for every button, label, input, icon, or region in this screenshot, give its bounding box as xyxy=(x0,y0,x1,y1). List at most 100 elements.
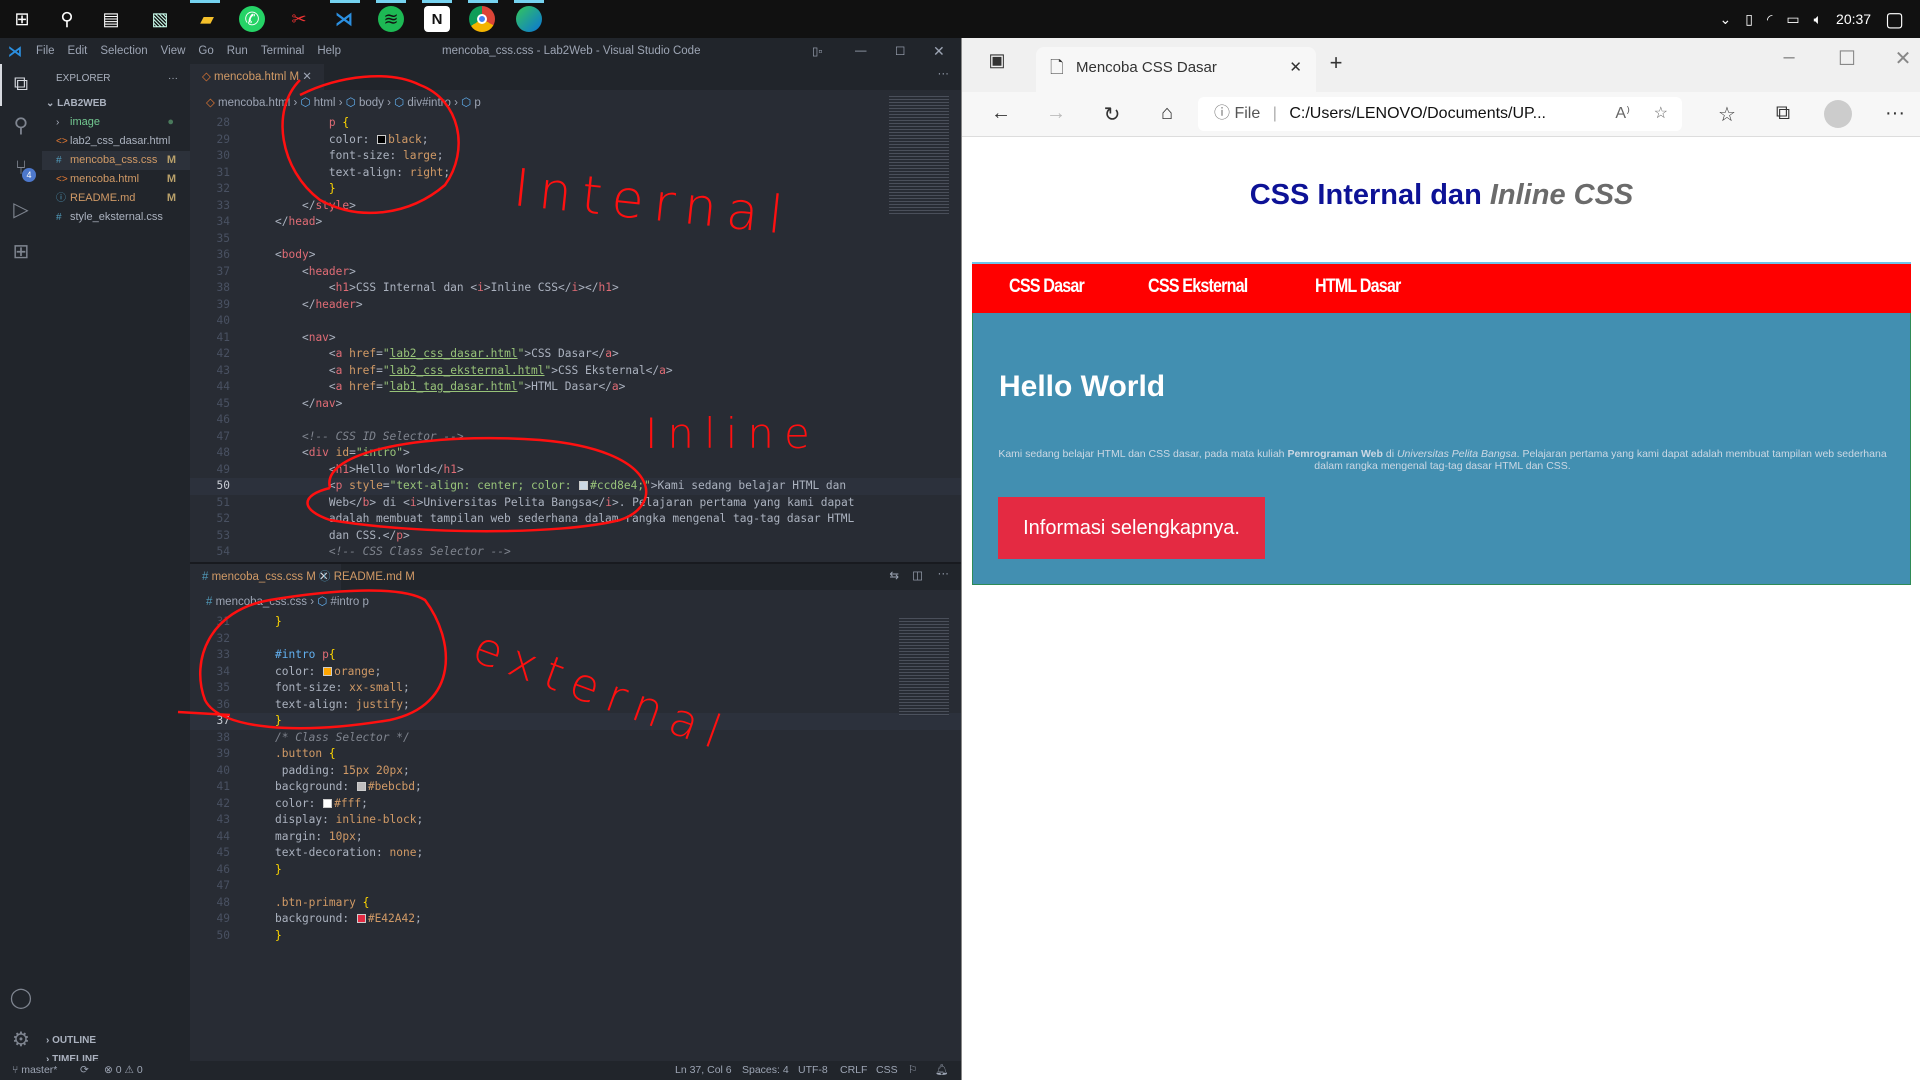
code-line[interactable]: 30 font-size: large; xyxy=(190,148,961,165)
color-swatch[interactable] xyxy=(377,134,387,144)
tab-readme[interactable]: ⓘ README.md M xyxy=(307,564,427,590)
account-icon[interactable]: ◯ xyxy=(9,986,33,1010)
color-swatch[interactable] xyxy=(579,481,589,490)
tab-actions-icon[interactable]: ▣ xyxy=(984,50,1010,71)
tab-mencoba-html[interactable]: ◇ mencoba.html M ✕ xyxy=(190,64,324,90)
cursor-position[interactable]: Ln 37, Col 6 xyxy=(675,1061,732,1080)
nav-link-css-eksternal[interactable]: CSS Eksternal xyxy=(1148,276,1248,298)
wifi-icon[interactable]: ◜ xyxy=(1767,11,1772,28)
back-icon[interactable]: ← xyxy=(988,102,1014,125)
code-line[interactable]: 32} xyxy=(190,181,961,198)
maximize-icon[interactable]: ☐ xyxy=(1834,46,1860,71)
settings-more-icon[interactable]: ··· xyxy=(1882,102,1908,125)
chrome-icon[interactable] xyxy=(469,6,495,32)
notion-icon[interactable]: N xyxy=(424,6,450,32)
code-line[interactable]: 31} xyxy=(190,614,961,631)
code-line[interactable]: 29 color: black; xyxy=(190,132,961,149)
menu-terminal[interactable]: Terminal xyxy=(261,45,304,57)
minimap[interactable] xyxy=(899,616,949,716)
problems-indicator[interactable]: ⊗ 0 ⚠ 0 xyxy=(104,1061,143,1080)
code-line[interactable]: 32 xyxy=(190,631,961,648)
code-line[interactable]: 48 <div id="intro"> xyxy=(190,445,961,462)
color-swatch[interactable] xyxy=(323,666,333,676)
breadcrumb-item[interactable]: div#intro xyxy=(407,97,450,109)
outline-section[interactable]: › OUTLINE xyxy=(42,1031,190,1050)
code-line[interactable]: 46 xyxy=(190,412,961,429)
file-item[interactable]: # mencoba_css.css M xyxy=(42,151,190,170)
nav-link-css-dasar[interactable]: CSS Dasar xyxy=(1009,276,1085,298)
edge-icon[interactable] xyxy=(516,6,542,32)
code-line[interactable]: 39 .button { xyxy=(190,746,961,763)
minimize-icon[interactable]: — xyxy=(855,45,867,57)
code-line[interactable]: 45 </nav> xyxy=(190,396,961,413)
code-line[interactable]: 44 margin: 10px; xyxy=(190,829,961,846)
add-favorite-icon[interactable]: ☆ xyxy=(1654,97,1668,131)
extensions-icon[interactable]: ⊞ xyxy=(9,240,33,264)
code-line[interactable]: 42 color: #fff; xyxy=(190,796,961,813)
breadcrumb-item[interactable]: mencoba.html xyxy=(218,97,290,109)
code-line[interactable]: 36 <body> xyxy=(190,247,961,264)
code-line[interactable]: 50 <p style="text-align: center; color: #… xyxy=(190,478,961,495)
file-explorer-icon[interactable]: ▰ xyxy=(194,6,220,32)
line-ending[interactable]: CRLF xyxy=(840,1061,867,1080)
menu-help[interactable]: Help xyxy=(317,45,341,57)
menu-file[interactable]: File xyxy=(36,45,55,57)
close-icon[interactable]: ✕ xyxy=(933,43,945,60)
code-line[interactable]: 33 </style> xyxy=(190,198,961,215)
code-line[interactable]: 43 <a href="lab2_css_eksternal.html">CSS … xyxy=(190,363,961,380)
code-line[interactable]: 33 #intro p{ xyxy=(190,647,961,664)
file-item[interactable]: <> mencoba.html M xyxy=(42,170,190,189)
more-info-button[interactable]: Informasi selengkapnya. xyxy=(998,497,1265,559)
color-swatch[interactable] xyxy=(356,914,366,923)
profile-avatar[interactable] xyxy=(1824,100,1852,128)
task-view-icon[interactable]: ▤ xyxy=(98,6,124,32)
minimize-icon[interactable]: – xyxy=(1776,46,1802,69)
battery-icon[interactable]: ▭ xyxy=(1786,11,1799,28)
code-line[interactable]: 44 <a href="lab1_tag_dasar.html">HTML Das… xyxy=(190,379,961,396)
search-icon[interactable]: ⚲ xyxy=(54,6,80,32)
snipping-tool-icon[interactable]: ✂ xyxy=(286,6,312,32)
code-line[interactable]: 48 .btn-primary { xyxy=(190,895,961,912)
indentation[interactable]: Spaces: 4 xyxy=(742,1061,789,1080)
menu-edit[interactable]: Edit xyxy=(68,45,88,57)
breadcrumb-item[interactable]: #intro p xyxy=(330,596,368,608)
read-aloud-icon[interactable]: A⁾ xyxy=(1615,97,1630,131)
branch-indicator[interactable]: ⑂ master* xyxy=(12,1061,57,1080)
forward-icon[interactable]: → xyxy=(1043,102,1069,125)
close-tab-icon[interactable]: ✕ xyxy=(302,71,312,83)
whatsapp-icon[interactable]: ✆ xyxy=(239,6,265,32)
presentation-app-icon[interactable]: ▧ xyxy=(147,6,173,32)
file-item[interactable]: # style_eksternal.css xyxy=(42,208,190,227)
camera-icon[interactable]: ▯ xyxy=(1745,11,1753,28)
split-editor-icon[interactable]: ◫ xyxy=(912,568,923,582)
minimap[interactable] xyxy=(889,94,949,214)
maximize-icon[interactable]: ☐ xyxy=(895,44,905,58)
home-icon[interactable]: ⌂ xyxy=(1154,102,1180,125)
code-line[interactable]: 38 <h1>CSS Internal dan <i>Inline CSS</i>… xyxy=(190,280,961,297)
vscode-icon[interactable]: ⋊ xyxy=(331,6,357,32)
code-line[interactable]: 37} xyxy=(190,713,961,730)
code-line[interactable]: 54 <!-- CSS Class Selector --> xyxy=(190,544,961,561)
code-line[interactable]: 38 /* Class Selector */ xyxy=(190,730,961,747)
sync-icon[interactable]: ⟳ xyxy=(80,1061,89,1080)
compare-icon[interactable]: ⇆ xyxy=(889,568,899,582)
search-icon[interactable]: ⚲ xyxy=(9,114,33,138)
code-line[interactable]: 53 dan CSS.</p> xyxy=(190,528,961,545)
code-line[interactable]: 47 xyxy=(190,878,961,895)
close-icon[interactable]: ✕ xyxy=(1890,46,1916,71)
explorer-icon[interactable]: ⧉ xyxy=(9,72,33,96)
code-area[interactable]: 28 p {29 color: black; 30 font-size: large; 3… xyxy=(190,115,961,562)
nav-link-html-dasar[interactable]: HTML Dasar xyxy=(1315,276,1401,298)
code-line[interactable]: 35 font-size: xx-small; xyxy=(190,680,961,697)
menu-go[interactable]: Go xyxy=(198,45,213,57)
code-line[interactable]: 40 padding: 15px 20px; xyxy=(190,763,961,780)
new-tab-icon[interactable]: + xyxy=(1323,50,1349,76)
code-line[interactable]: 31 text-align: right; xyxy=(190,165,961,182)
code-line[interactable]: 39 </header> xyxy=(190,297,961,314)
breadcrumb-item[interactable]: body xyxy=(359,97,384,109)
more-actions-icon[interactable]: ··· xyxy=(938,68,950,80)
menu-run[interactable]: Run xyxy=(227,45,248,57)
more-actions-icon[interactable]: ··· xyxy=(168,69,178,88)
code-line[interactable]: 40 xyxy=(190,313,961,330)
info-icon[interactable]: ⓘ xyxy=(1214,105,1230,122)
